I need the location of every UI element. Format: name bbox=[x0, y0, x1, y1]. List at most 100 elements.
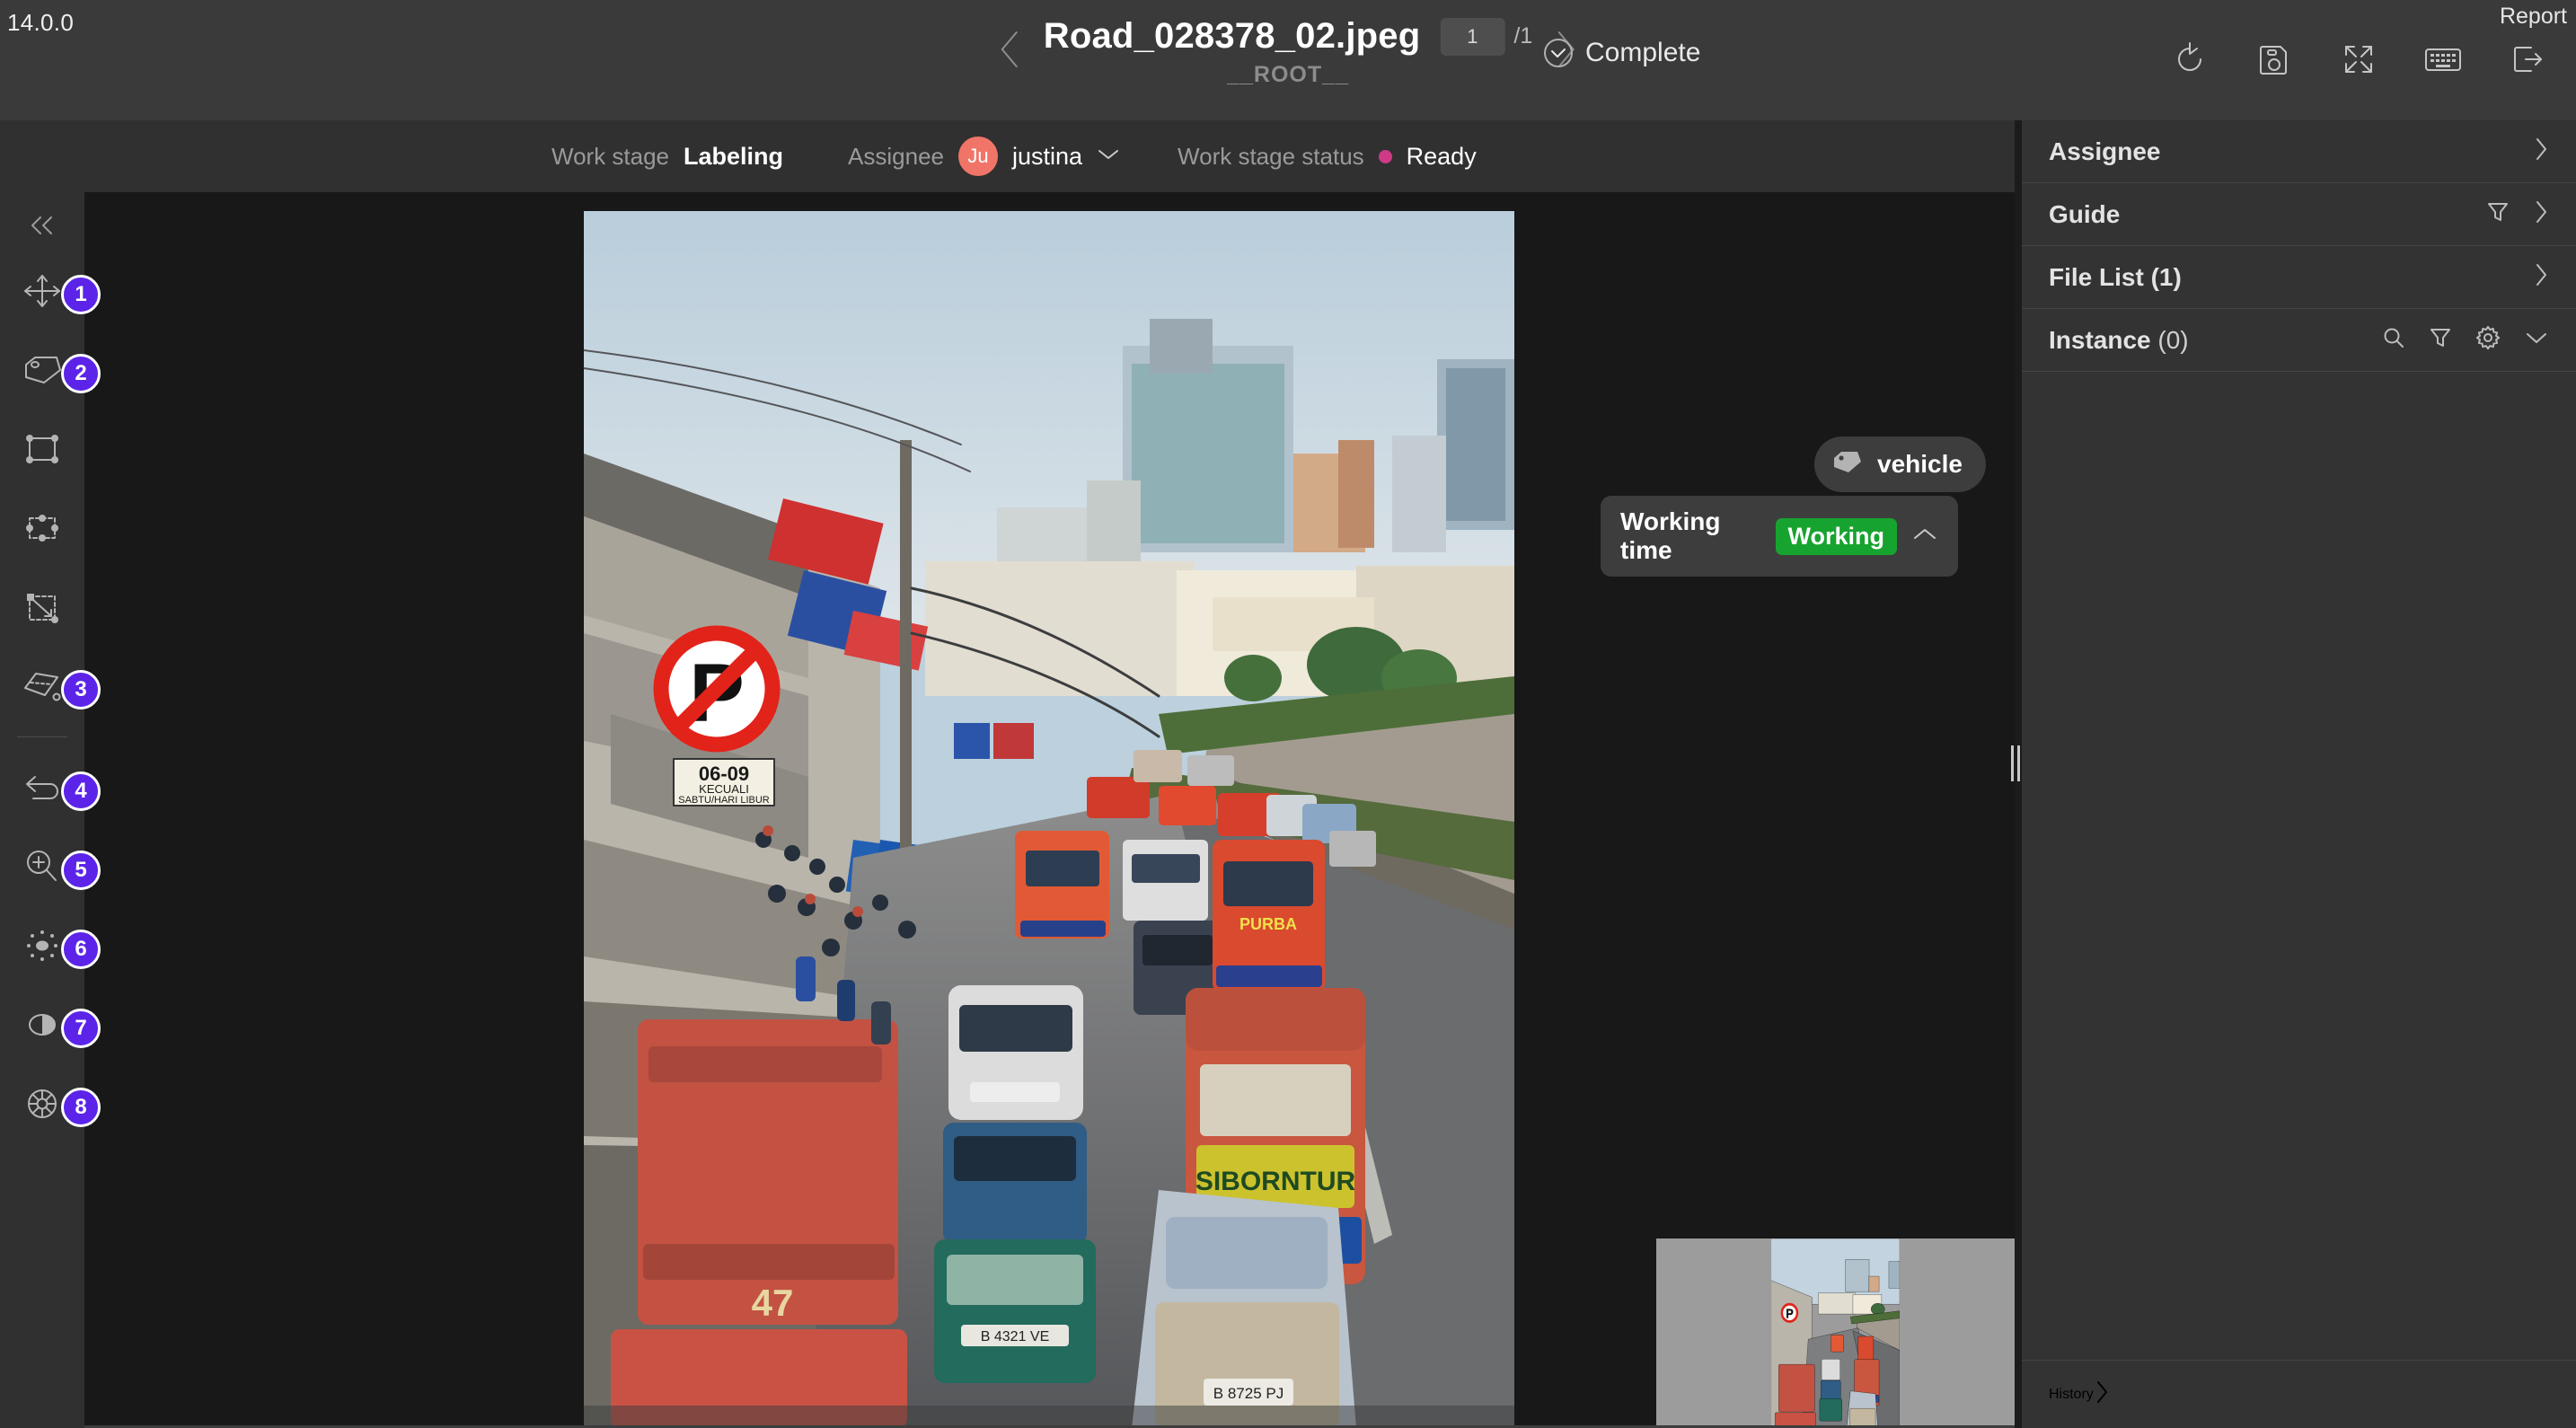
history-label: History bbox=[2049, 1386, 2094, 1402]
select-box-tool[interactable] bbox=[0, 489, 84, 568]
chevron-right-icon[interactable] bbox=[2094, 1381, 2110, 1408]
svg-text:B 4321 VE: B 4321 VE bbox=[981, 1329, 1050, 1344]
complete-label: Complete bbox=[1585, 38, 1701, 67]
report-link[interactable]: Report bbox=[2500, 4, 2567, 30]
contrast-tool[interactable]: 7 bbox=[0, 985, 101, 1064]
keyboard-icon[interactable] bbox=[2423, 40, 2463, 79]
filter-icon[interactable] bbox=[2486, 200, 2510, 228]
left-toolbar: 1 2 3 4 5 6 7 8 bbox=[0, 192, 101, 1428]
annotation-image[interactable]: P 06-09 KECUALI SABTU/HARI LIBUR PURBA S… bbox=[584, 211, 1514, 1428]
work-stage-bar: Work stage Labeling Assignee Ju justina … bbox=[0, 120, 2015, 192]
move-tool[interactable]: 1 bbox=[0, 251, 101, 331]
app-version: 14.0.0 bbox=[7, 9, 75, 36]
working-status-badge: Working bbox=[1775, 517, 1897, 555]
search-icon[interactable] bbox=[2382, 326, 2405, 354]
page-number-input[interactable]: 1 bbox=[1440, 17, 1505, 56]
tool-badge: 4 bbox=[61, 771, 101, 811]
assignee-field[interactable]: Assignee Ju justina bbox=[848, 137, 1120, 176]
polygon-tool[interactable]: 3 bbox=[0, 647, 101, 726]
status-dot-icon bbox=[1378, 149, 1392, 163]
brightness-tool[interactable]: 6 bbox=[0, 906, 101, 985]
transform-tool[interactable] bbox=[0, 568, 84, 647]
resize-grip-line bbox=[2017, 745, 2020, 781]
file-list-label: File List bbox=[2049, 262, 2144, 291]
double-chevron-left-icon[interactable] bbox=[0, 199, 84, 251]
filter-icon[interactable] bbox=[2429, 326, 2452, 354]
svg-text:PURBA: PURBA bbox=[1239, 915, 1297, 933]
annotation-tool-app: 14.0.0 Report Road_028378_02.jpeg 1 /1 _… bbox=[0, 0, 2576, 1428]
zoom-tool[interactable]: 5 bbox=[0, 827, 101, 906]
exit-icon[interactable] bbox=[2508, 40, 2547, 79]
tag-icon bbox=[1832, 450, 1863, 480]
class-tag-chip[interactable]: vehicle bbox=[1814, 436, 1986, 492]
reset-icon[interactable] bbox=[2170, 40, 2210, 79]
chevron-right-icon[interactable] bbox=[2533, 262, 2549, 292]
chevron-down-icon[interactable] bbox=[2524, 330, 2549, 350]
bounding-box-tool[interactable] bbox=[0, 410, 84, 489]
status-badge: Ready bbox=[1406, 142, 1477, 170]
prev-file-button[interactable] bbox=[984, 23, 1037, 75]
save-icon[interactable] bbox=[2254, 40, 2294, 79]
panel-row-icons bbox=[2533, 262, 2549, 292]
chevron-right-icon[interactable] bbox=[2533, 199, 2549, 229]
svg-text:B 8725 PJ: B 8725 PJ bbox=[1213, 1385, 1284, 1402]
top-bar: 14.0.0 Report Road_028378_02.jpeg 1 /1 _… bbox=[0, 0, 2576, 120]
working-time-panel[interactable]: Working time Working bbox=[1601, 496, 1958, 577]
panel-row-history[interactable]: History bbox=[2022, 1360, 2576, 1428]
svg-text:KECUALI: KECUALI bbox=[699, 782, 749, 796]
tool-badge: 8 bbox=[61, 1088, 101, 1127]
fullscreen-icon[interactable] bbox=[2339, 40, 2378, 79]
panel-row-file-list[interactable]: File List (1) bbox=[2022, 246, 2576, 309]
chevron-down-icon[interactable] bbox=[1097, 147, 1120, 166]
panel-row-assignee[interactable]: Assignee bbox=[2022, 120, 2576, 183]
work-stage-value: Labeling bbox=[684, 142, 784, 170]
class-tag-label: vehicle bbox=[1877, 450, 1963, 478]
panel-row-icons bbox=[2533, 137, 2549, 166]
image-canvas[interactable]: P 06-09 KECUALI SABTU/HARI LIBUR PURBA S… bbox=[84, 192, 2015, 1428]
panel-row-icons bbox=[2486, 199, 2549, 229]
breadcrumb-root: __ROOT__ bbox=[1227, 62, 1349, 87]
panel-row-title: Assignee bbox=[2049, 137, 2161, 165]
panel-row-guide[interactable]: Guide bbox=[2022, 183, 2576, 246]
work-stage-status-label: Work stage status bbox=[1178, 142, 1364, 170]
page-total-label: /1 bbox=[1513, 23, 1533, 48]
tool-badge: 3 bbox=[61, 670, 101, 710]
work-stage-status-field: Work stage status Ready bbox=[1178, 143, 1477, 171]
svg-text:P: P bbox=[1786, 1307, 1793, 1321]
tool-badge: 7 bbox=[61, 1009, 101, 1048]
panel-row-icons bbox=[2382, 325, 2549, 355]
complete-button[interactable]: Complete bbox=[1544, 38, 1700, 68]
chevron-right-icon[interactable] bbox=[2533, 137, 2549, 166]
tool-badge: 1 bbox=[61, 275, 101, 314]
panel-row-instance[interactable]: Instance (0) bbox=[2022, 309, 2576, 372]
assignee-name: justina bbox=[1012, 142, 1083, 170]
tool-badge: 6 bbox=[61, 930, 101, 969]
minimap-thumbnail[interactable]: P bbox=[1656, 1238, 2015, 1428]
file-list-count: (1) bbox=[2150, 262, 2182, 291]
tool-badge: 5 bbox=[61, 851, 101, 890]
title-cluster: Road_028378_02.jpeg 1 /1 __ROOT__ bbox=[984, 16, 1592, 88]
panel-row-icons bbox=[2094, 1380, 2110, 1409]
page-title: Road_028378_02.jpeg bbox=[1043, 16, 1421, 56]
tag-tool[interactable]: 2 bbox=[0, 331, 101, 410]
circle-check-icon bbox=[1544, 39, 1573, 67]
gear-icon[interactable] bbox=[2475, 325, 2501, 355]
instance-count: (0) bbox=[2157, 325, 2189, 354]
svg-text:SABTU/HARI LIBUR: SABTU/HARI LIBUR bbox=[678, 795, 770, 806]
instance-label: Instance bbox=[2049, 325, 2151, 354]
saturation-tool[interactable]: 8 bbox=[0, 1064, 101, 1143]
work-stage-field: Work stage Labeling bbox=[551, 143, 783, 171]
panel-resize-handle[interactable] bbox=[2011, 745, 2022, 781]
avatar: Ju bbox=[958, 137, 998, 176]
assignee-label: Assignee bbox=[848, 142, 944, 170]
working-time-label: Working time bbox=[1620, 507, 1721, 564]
top-action-icons bbox=[2170, 40, 2547, 79]
title-row: Road_028378_02.jpeg 1 /1 bbox=[1044, 16, 1532, 57]
svg-text:SIBORNTUR: SIBORNTUR bbox=[1195, 1167, 1356, 1196]
undo-tool[interactable]: 4 bbox=[0, 748, 101, 827]
panel-row-title: Guide bbox=[2049, 199, 2121, 228]
panel-row-title: File List (1) bbox=[2049, 263, 2182, 292]
title-block: Road_028378_02.jpeg 1 /1 __ROOT__ bbox=[1037, 16, 1539, 88]
chevron-up-icon[interactable] bbox=[1911, 526, 1938, 547]
right-panel: Assignee Guide File List (1) Instance (0… bbox=[2022, 120, 2576, 1428]
